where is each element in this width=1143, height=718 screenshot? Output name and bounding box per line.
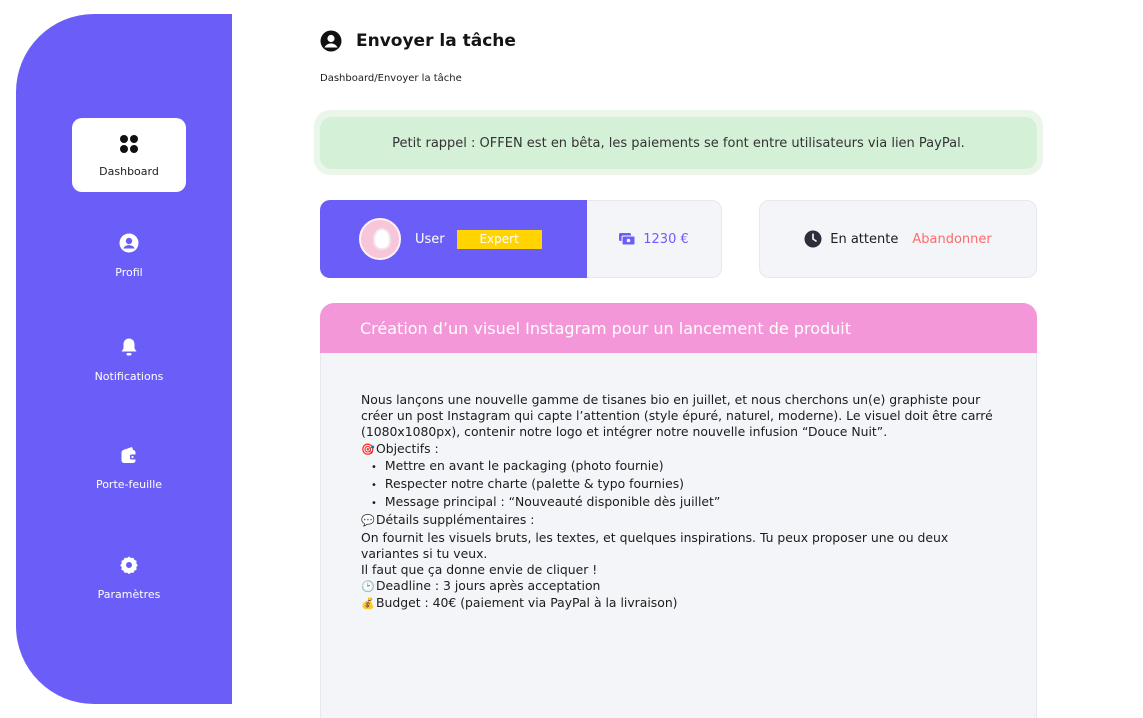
sidebar-item-parametres[interactable]: Paramètres (72, 554, 186, 601)
status-card: En attente Abandonner (759, 200, 1037, 278)
closing-text: Il faut que ça donne envie de cliquer ! (361, 562, 598, 578)
reminder-banner: Petit rappel : OFFEN est en bêta, les pa… (320, 117, 1037, 169)
page-title: Envoyer la tâche (356, 31, 516, 51)
task-title: Création d’un visuel Instagram pour un l… (320, 303, 1037, 353)
wallet-icon (118, 444, 140, 466)
objectives-list: Mettre en avant le packaging (photo four… (371, 458, 996, 513)
clock-emoji-icon: 🕑 (361, 580, 375, 594)
clock-icon (804, 230, 822, 248)
status-badge: Expert (456, 229, 542, 249)
user-name: User (415, 231, 445, 247)
avatar (359, 218, 401, 260)
bell-icon (118, 336, 140, 358)
abandon-button[interactable]: Abandonner (912, 232, 991, 247)
speech-bubble-icon: 💬 (361, 514, 375, 528)
apps-icon (118, 133, 140, 155)
objectives-heading: 🎯Objectifs : (361, 441, 996, 458)
sidebar-item-label: Paramètres (97, 588, 161, 601)
task-intro: Nous lançons une nouvelle gamme de tisan… (361, 392, 993, 440)
deadline-line: 🕑Deadline : 3 jours après acceptation (361, 578, 996, 595)
sidebar: Dashboard Profil Notifications Porte-feu… (16, 14, 232, 704)
list-item: Mettre en avant le packaging (photo four… (371, 458, 996, 476)
sidebar-item-profil[interactable]: Profil (72, 232, 186, 279)
money-bag-icon: 💰 (361, 597, 375, 611)
status-label: En attente (830, 231, 899, 247)
balance-card: 1230 € (587, 200, 722, 278)
sidebar-item-label: Dashboard (99, 164, 159, 178)
budget-line: 💰Budget : 40€ (paiement via PayPal à la … (361, 595, 996, 612)
details-text: On fournit les visuels bruts, les textes… (361, 529, 949, 561)
sidebar-item-notifications[interactable]: Notifications (72, 336, 186, 383)
sidebar-item-label: Notifications (94, 370, 164, 383)
gear-icon (118, 554, 140, 576)
money-icon (619, 233, 636, 246)
user-circle-icon (320, 30, 342, 52)
sidebar-item-label: Profil (115, 266, 143, 279)
details-heading: 💬Détails supplémentaires : (361, 512, 996, 529)
breadcrumb[interactable]: Dashboard/Envoyer la tâche (320, 73, 462, 84)
balance-value: 1230 € (643, 231, 689, 247)
sidebar-item-dashboard[interactable]: Dashboard (72, 118, 186, 192)
user-card: User Expert (320, 200, 587, 278)
user-icon (118, 232, 140, 254)
target-icon: 🎯 (361, 442, 375, 456)
list-item: Respecter notre charte (palette & typo f… (371, 476, 996, 494)
page-header: Envoyer la tâche (320, 30, 516, 52)
sidebar-item-porte-feuille[interactable]: Porte-feuille (72, 444, 186, 491)
task-description: Nous lançons une nouvelle gamme de tisan… (320, 353, 1037, 718)
sidebar-item-label: Porte-feuille (95, 478, 163, 491)
list-item: Message principal : “Nouveauté disponibl… (371, 494, 996, 512)
